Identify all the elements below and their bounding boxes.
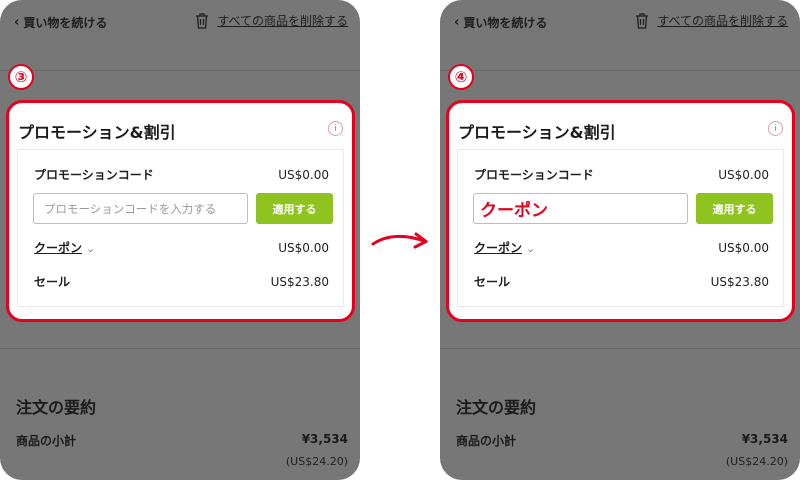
chevron-left-icon: ‹ [14, 15, 20, 30]
step-number-badge: ③ [8, 64, 34, 90]
promo-code-input[interactable]: クーポン [473, 193, 688, 224]
coupon-label: クーポン [474, 241, 523, 255]
promotion-discount-card: プロモーション&割引 i プロモーションコード US$0.00 クーポン 適用す… [446, 100, 795, 322]
chevron-down-icon: ⌄ [86, 242, 96, 255]
promo-code-label: プロモーションコード [34, 168, 154, 182]
coupon-toggle[interactable]: クーポン ⌄ [34, 239, 95, 256]
order-summary-title: 注文の要約 [16, 398, 97, 417]
promotion-title: プロモーション&割引 [458, 123, 616, 142]
subtotal-value: ¥3,534 [301, 432, 348, 446]
divider [0, 70, 360, 71]
coupon-toggle[interactable]: クーポン ⌄ [474, 239, 535, 256]
sale-row: セール US$23.80 [474, 273, 769, 290]
subtotal-usd: (US$24.20) [285, 455, 348, 468]
order-summary-title: 注文の要約 [456, 398, 537, 417]
continue-shopping-link[interactable]: ‹ 買い物を続ける [14, 14, 107, 31]
arrow-right-icon [371, 232, 428, 249]
promo-code-value: US$0.00 [718, 167, 769, 182]
coupon-value: US$0.00 [278, 240, 329, 255]
promo-code-row: プロモーションコード US$0.00 [474, 166, 769, 183]
promo-code-row: プロモーションコード US$0.00 [34, 166, 329, 183]
apply-button[interactable]: 適用する [256, 193, 333, 224]
promo-code-label: プロモーションコード [474, 168, 594, 182]
promotion-panel: プロモーションコード US$0.00 プロモーションコードを入力する 適用する … [17, 149, 344, 307]
chevron-down-icon: ⌄ [526, 242, 536, 255]
continue-shopping-link[interactable]: ‹ 買い物を続ける [454, 14, 547, 31]
coupon-value: US$0.00 [718, 240, 769, 255]
delete-all-items-link[interactable]: すべての商品を削除する [635, 12, 788, 29]
divider [440, 70, 800, 71]
cart-header: ‹ 買い物を続ける すべての商品を削除する [0, 0, 360, 44]
continue-shopping-label: 買い物を続ける [463, 16, 548, 30]
divider [0, 348, 360, 349]
promo-code-value: US$0.00 [278, 167, 329, 182]
subtotal-usd: (US$24.20) [725, 455, 788, 468]
delete-all-items-label: すべての商品を削除する [657, 14, 788, 28]
delete-all-items-link[interactable]: すべての商品を削除する [195, 12, 348, 29]
subtotal-row: 商品の小計 ¥3,534 [16, 432, 348, 449]
trash-icon [636, 12, 649, 29]
apply-button[interactable]: 適用する [696, 193, 773, 224]
cart-header: ‹ 買い物を続ける すべての商品を削除する [440, 0, 800, 44]
promotion-discount-card: プロモーション&割引 i プロモーションコード US$0.00 プロモーションコ… [6, 100, 355, 322]
trash-icon [196, 12, 209, 29]
screenshot-step-4: ‹ 買い物を続ける すべての商品を削除する ④ プロモーション&割引 i プロモ… [440, 0, 800, 480]
sale-value: US$23.80 [710, 274, 769, 289]
subtotal-value: ¥3,534 [741, 432, 788, 446]
sale-label: セール [34, 275, 71, 289]
coupon-label: クーポン [34, 241, 83, 255]
chevron-left-icon: ‹ [454, 15, 460, 30]
promotion-title: プロモーション&割引 [18, 123, 176, 142]
divider [440, 348, 800, 349]
sale-label: セール [474, 275, 511, 289]
screenshot-step-3: ‹ 買い物を続ける すべての商品を削除する ③ プロモーション&割引 i プロモ… [0, 0, 360, 480]
subtotal-row: 商品の小計 ¥3,534 [456, 432, 788, 449]
info-icon[interactable]: i [328, 121, 343, 136]
coupon-row: クーポン ⌄ US$0.00 [474, 239, 769, 256]
continue-shopping-label: 買い物を続ける [23, 16, 108, 30]
promo-code-input[interactable]: プロモーションコードを入力する [33, 193, 248, 224]
subtotal-label: 商品の小計 [456, 434, 517, 448]
promotion-panel: プロモーションコード US$0.00 クーポン 適用する クーポン ⌄ US$0.… [457, 149, 784, 307]
coupon-row: クーポン ⌄ US$0.00 [34, 239, 329, 256]
sale-row: セール US$23.80 [34, 273, 329, 290]
step-number-badge: ④ [448, 64, 474, 90]
delete-all-items-label: すべての商品を削除する [217, 14, 348, 28]
subtotal-label: 商品の小計 [16, 434, 77, 448]
info-icon[interactable]: i [768, 121, 783, 136]
sale-value: US$23.80 [270, 274, 329, 289]
